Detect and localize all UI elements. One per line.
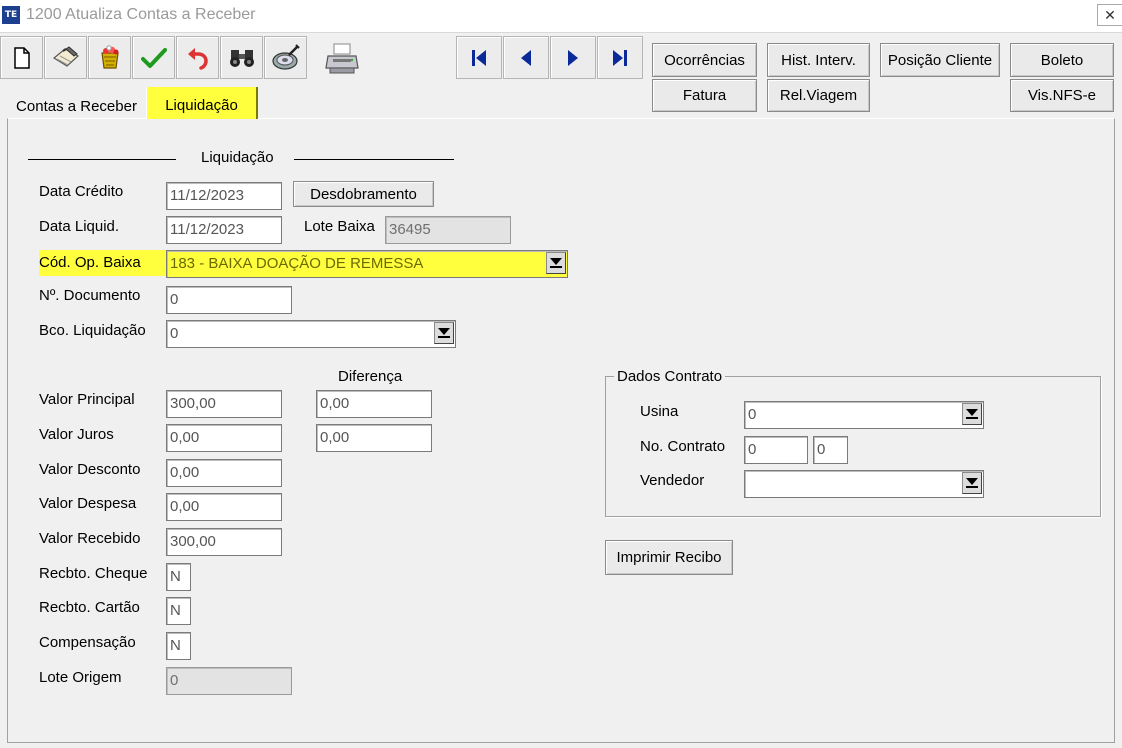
cancel-button[interactable] — [264, 36, 307, 79]
usina-value: 0 — [748, 406, 757, 423]
valor-principal-field[interactable]: 300,00 — [166, 390, 282, 418]
fatura-button[interactable]: Fatura — [652, 79, 757, 112]
no-contrato-field-2[interactable]: 0 — [813, 436, 848, 464]
undo-button[interactable] — [176, 36, 219, 79]
valor-desconto-field[interactable]: 0,00 — [166, 459, 282, 487]
undo-arrow-icon — [187, 47, 208, 70]
cod-op-dropdown-button[interactable] — [546, 252, 566, 274]
vendedor-select[interactable] — [744, 470, 984, 498]
valor-juros-label: Valor Juros — [39, 426, 114, 443]
previous-record-icon — [521, 49, 531, 66]
usina-select[interactable]: 0 — [744, 401, 984, 429]
recbto-cheque-label: Recbto. Cheque — [39, 565, 148, 582]
vendedor-dropdown-button[interactable] — [962, 472, 982, 494]
cod-op-baixa-select[interactable]: 183 - BAIXA DOAÇÃO DE REMESSA — [166, 250, 568, 278]
previous-record-button[interactable] — [503, 36, 549, 79]
lote-baixa-label: Lote Baixa — [304, 218, 375, 235]
print-button[interactable] — [320, 36, 363, 79]
vis-nfse-button[interactable]: Vis.NFS-e — [1010, 79, 1114, 112]
vendedor-label: Vendedor — [640, 472, 705, 489]
lote-origem-label: Lote Origem — [39, 669, 122, 686]
valor-recebido-field[interactable]: 300,00 — [166, 528, 282, 556]
valor-recebido-label: Valor Recebido — [39, 530, 141, 547]
recbto-cheque-field[interactable]: N — [166, 563, 191, 591]
hist-interv-button[interactable]: Hist. Interv. — [767, 43, 870, 77]
cod-op-baixa-value: 183 - BAIXA DOAÇÃO DE REMESSA — [170, 255, 424, 272]
n-documento-field[interactable]: 0 — [166, 286, 292, 314]
section-divider-left — [28, 159, 176, 160]
data-liquid-label: Data Liquid. — [39, 218, 120, 235]
search-binoculars-icon — [229, 49, 254, 67]
rel-viagem-button[interactable]: Rel.Viagem — [767, 79, 870, 112]
recbto-cartao-field[interactable]: N — [166, 597, 191, 625]
valor-principal-label: Valor Principal — [39, 391, 135, 408]
close-window-button[interactable]: ✕ — [1097, 4, 1122, 26]
cod-op-baixa-label: Cód. Op. Baixa — [39, 250, 166, 276]
valor-despesa-label: Valor Despesa — [39, 495, 137, 512]
no-contrato-field-1[interactable]: 0 — [744, 436, 808, 464]
compensacao-field[interactable]: N — [166, 632, 191, 660]
imprimir-recibo-button[interactable]: Imprimir Recibo — [605, 540, 733, 575]
ocorrencias-button[interactable]: Ocorrências — [652, 43, 757, 77]
usina-dropdown-button[interactable] — [962, 403, 982, 425]
tab-contas-a-receber[interactable]: Contas a Receber — [8, 92, 145, 118]
next-record-button[interactable] — [550, 36, 596, 79]
last-record-button[interactable] — [597, 36, 643, 79]
edit-notepad-icon — [52, 45, 79, 67]
chevron-down-icon — [550, 258, 562, 265]
diferenca-label: Diferença — [338, 368, 403, 385]
n-documento-label: Nº. Documento — [39, 287, 141, 304]
no-contrato-label: No. Contrato — [640, 438, 726, 455]
usina-label: Usina — [640, 403, 679, 420]
boleto-button[interactable]: Boleto — [1010, 43, 1114, 77]
delete-basket-icon — [100, 44, 119, 69]
cancel-disk-icon — [271, 43, 300, 70]
chevron-down-icon — [966, 409, 978, 416]
valor-juros-field[interactable]: 0,00 — [166, 424, 282, 452]
confirm-button[interactable] — [132, 36, 175, 79]
first-record-button[interactable] — [456, 36, 502, 79]
diferenca-juros-field[interactable]: 0,00 — [316, 424, 432, 452]
bco-liquidacao-value: 0 — [170, 325, 179, 342]
next-record-icon — [568, 49, 578, 66]
bco-dropdown-button[interactable] — [434, 322, 454, 344]
delete-button[interactable] — [88, 36, 131, 79]
section-divider-right — [294, 159, 454, 160]
window-title: 1200 Atualiza Contas a Receber — [26, 6, 256, 23]
compensacao-label: Compensação — [39, 634, 136, 651]
lote-baixa-field: 36495 — [385, 216, 511, 244]
data-credito-field[interactable]: 11/12/2023 — [166, 182, 282, 210]
confirm-check-icon — [140, 47, 167, 68]
search-button[interactable] — [220, 36, 263, 79]
desdobramento-button[interactable]: Desdobramento — [293, 181, 434, 207]
bco-liquidacao-label: Bco. Liquidação — [39, 322, 146, 339]
app-logo-icon: TE — [2, 6, 20, 24]
new-document-button[interactable] — [0, 36, 43, 79]
first-record-icon — [472, 49, 486, 66]
dados-contrato-title: Dados Contrato — [614, 368, 726, 385]
data-credito-label: Data Crédito — [39, 183, 124, 200]
data-liquid-field[interactable]: 11/12/2023 — [166, 216, 282, 244]
lote-origem-field: 0 — [166, 667, 292, 695]
last-record-icon — [613, 49, 627, 66]
chevron-down-icon — [438, 328, 450, 335]
chevron-down-icon — [966, 478, 978, 485]
tab-liquidacao[interactable]: Liquidação — [146, 87, 258, 119]
section-title: Liquidação — [201, 149, 274, 166]
posicao-cliente-button[interactable]: Posição Cliente — [880, 43, 1000, 77]
print-printer-icon — [324, 43, 359, 73]
edit-button[interactable] — [44, 36, 87, 79]
bco-liquidacao-select[interactable]: 0 — [166, 320, 456, 348]
recbto-cartao-label: Recbto. Cartão — [39, 599, 140, 616]
diferenca-principal-field[interactable]: 0,00 — [316, 390, 432, 418]
valor-desconto-label: Valor Desconto — [39, 461, 141, 478]
new-document-icon — [13, 46, 30, 69]
valor-despesa-field[interactable]: 0,00 — [166, 493, 282, 521]
